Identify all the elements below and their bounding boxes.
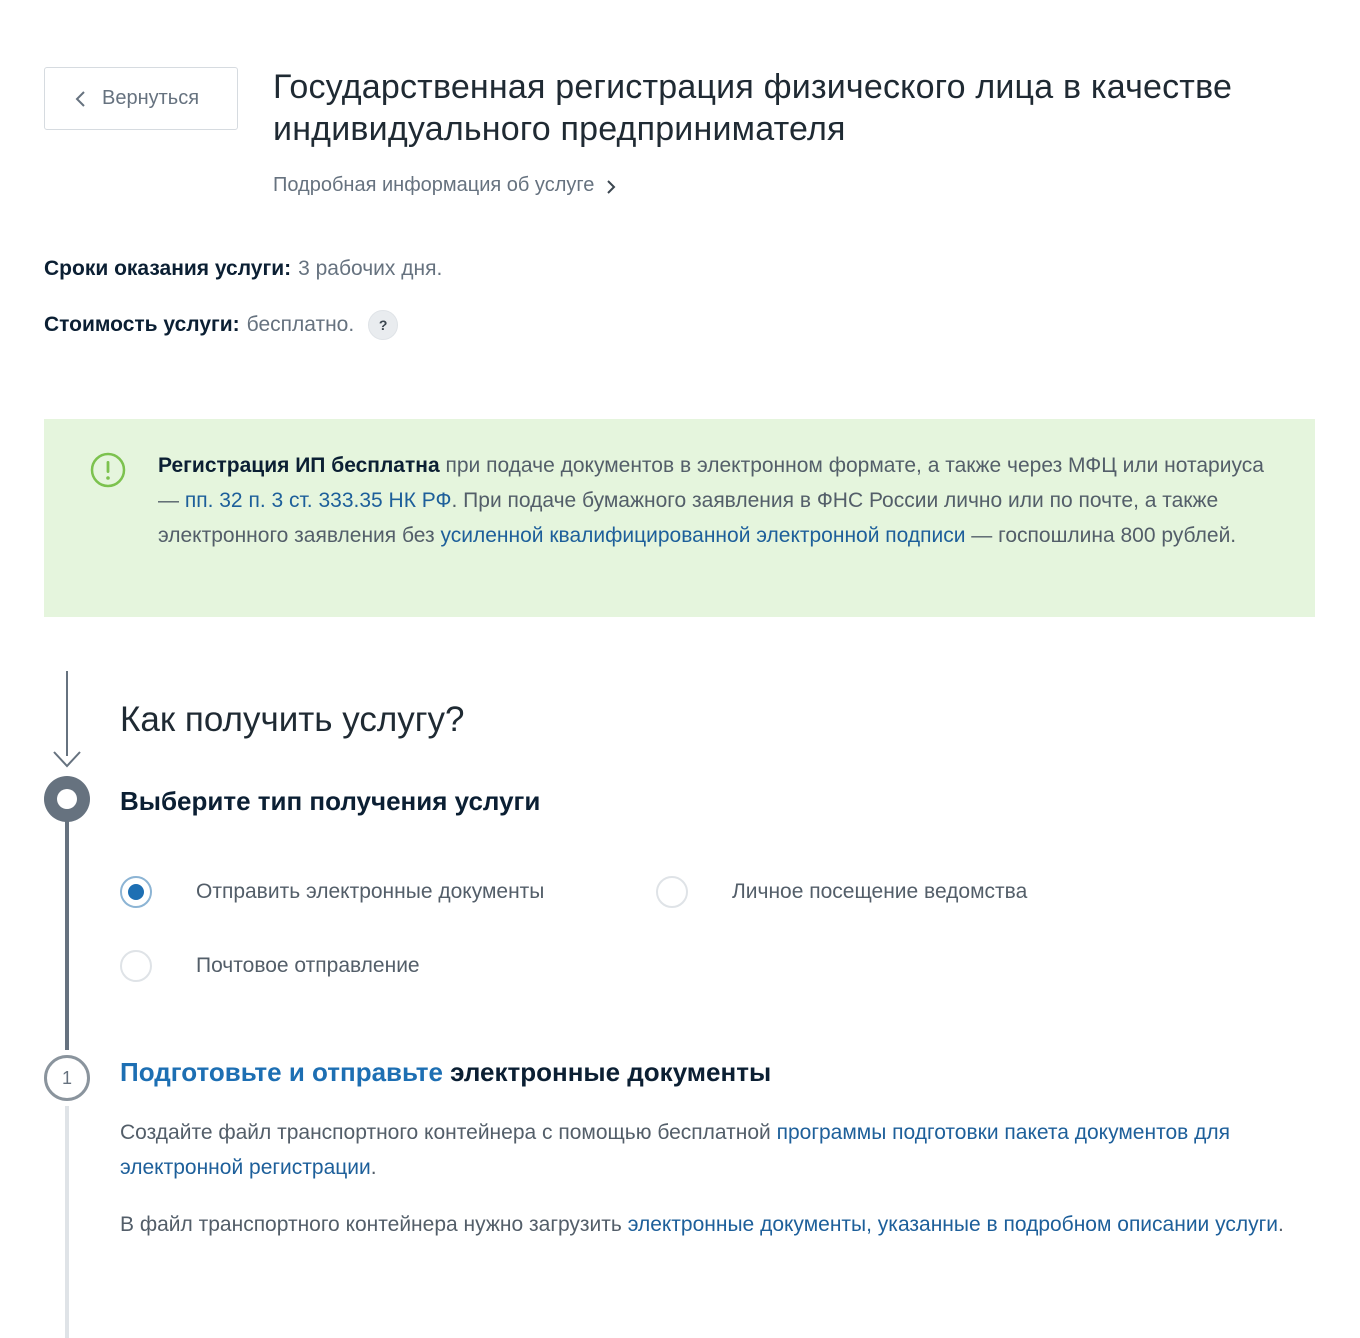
exclamation-circle-icon: [90, 452, 126, 488]
radio-unchecked-icon: [120, 950, 152, 982]
help-button[interactable]: ?: [368, 310, 399, 340]
radio-electronic-documents[interactable]: Отправить электронные документы: [120, 876, 544, 908]
step-marker-1: 1: [44, 1055, 90, 1101]
radio-personal-label: Личное посещение ведомства: [732, 880, 1028, 903]
service-time-value: 3 рабочих дня.: [298, 257, 443, 280]
back-button[interactable]: Вернуться: [44, 67, 238, 130]
service-cost-label: Стоимость услуги:: [44, 313, 240, 336]
step-1-p2-end: .: [1278, 1213, 1284, 1236]
electronic-documents-link[interactable]: электронные документы, указанные в подро…: [628, 1213, 1278, 1236]
radio-electronic-label: Отправить электронные документы: [196, 880, 545, 903]
radio-personal-visit[interactable]: Личное посещение ведомства: [656, 876, 1027, 908]
radio-unchecked-icon: [656, 876, 688, 908]
step-choose-type-title: Выберите тип получения услуги: [120, 786, 541, 816]
step-1-p2-text: В файл транспортного контейнера нужно за…: [120, 1213, 628, 1236]
service-time-label: Сроки оказания услуги:: [44, 257, 292, 280]
step-1-title-rest: электронные документы: [442, 1057, 772, 1087]
step-marker-current: [44, 776, 90, 822]
chevron-left-icon: [75, 90, 85, 107]
qualified-signature-link[interactable]: усиленной квалифицированной электронной …: [440, 524, 965, 547]
chevron-right-icon: [607, 179, 616, 194]
service-details-link[interactable]: Подробная информация об услуге: [273, 174, 617, 197]
timeline-line-middle: [65, 820, 69, 1050]
service-details-label: Подробная информация об услуге: [273, 174, 595, 196]
timeline-line-top: [66, 671, 68, 756]
how-to-get-title: Как получить услугу?: [120, 700, 465, 739]
service-time: Сроки оказания услуги: 3 рабочих дня.: [44, 257, 442, 281]
page-title: Государственная регистрация физического …: [273, 68, 1233, 148]
info-notice: Регистрация ИП бесплатна при подаче доку…: [44, 419, 1315, 617]
step-1-paragraph-2: В файл транспортного контейнера нужно за…: [120, 1207, 1330, 1242]
step-1-paragraph-1: Создайте файл транспортного контейнера с…: [120, 1115, 1330, 1185]
arrow-down-icon: [53, 751, 81, 768]
step-1-p1-end: .: [370, 1156, 377, 1179]
info-notice-text: Регистрация ИП бесплатна при подаче доку…: [158, 448, 1268, 553]
radio-postal[interactable]: Почтовое отправление: [120, 950, 420, 982]
info-notice-bold: Регистрация ИП бесплатна: [158, 454, 440, 477]
tax-code-link[interactable]: пп. 32 п. 3 ст. 333.35 НК РФ: [185, 489, 452, 512]
radio-postal-label: Почтовое отправление: [196, 954, 420, 977]
step-1-p1-text: Создайте файл транспортного контейнера с…: [120, 1121, 777, 1144]
service-cost: Стоимость услуги: бесплатно. ?: [44, 310, 399, 340]
step-1-title-link[interactable]: Подготовьте и отправьте: [120, 1057, 443, 1087]
info-text-part-3: — госпошлина 800 рублей.: [965, 524, 1237, 547]
radio-checked-icon: [120, 876, 152, 908]
service-cost-value: бесплатно.: [246, 313, 355, 336]
back-button-label: Вернуться: [102, 87, 200, 109]
timeline-line-bottom: [65, 1106, 69, 1338]
step-1-title: Подготовьте и отправьте электронные доку…: [120, 1057, 771, 1088]
